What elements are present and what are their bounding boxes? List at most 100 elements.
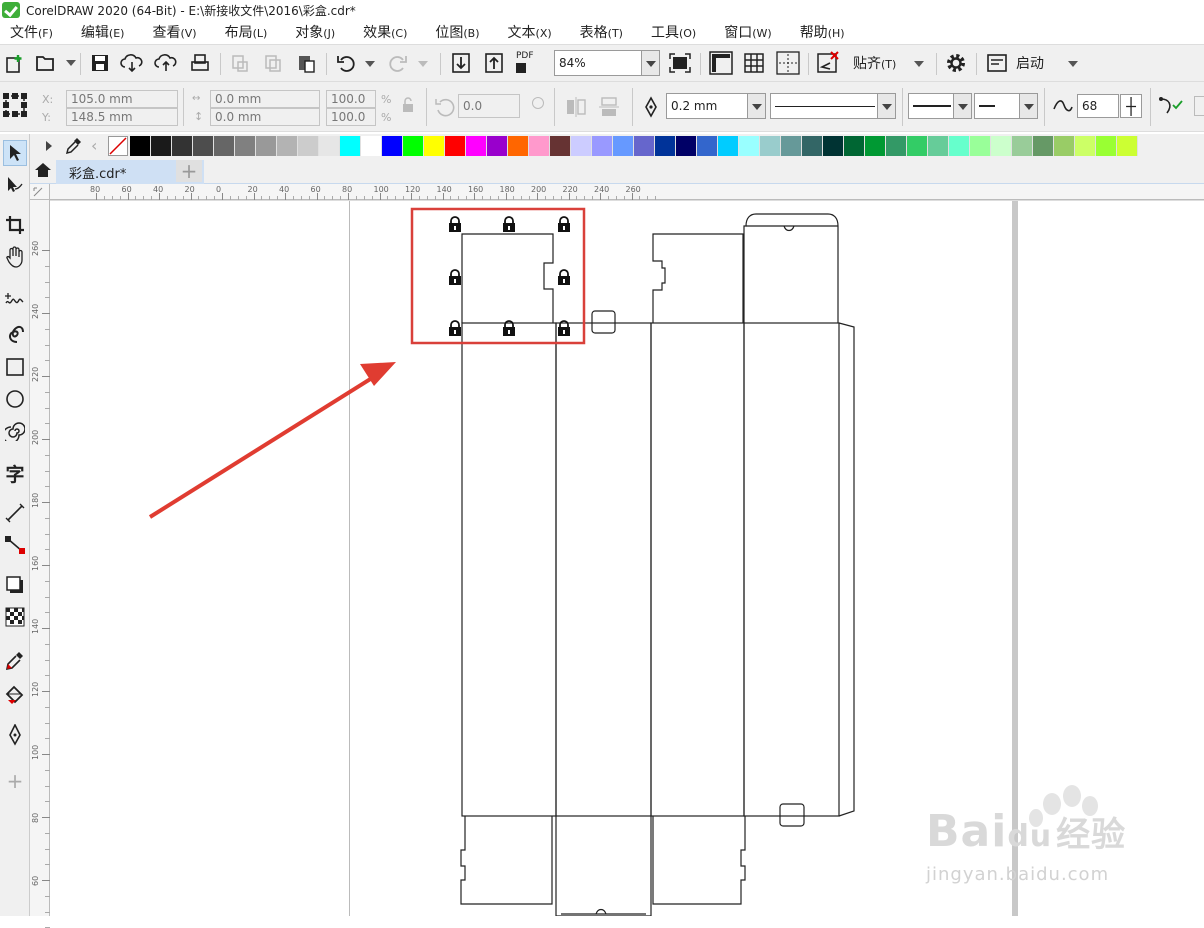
rectangle-tool-icon[interactable] — [3, 354, 27, 380]
import-icon[interactable] — [448, 50, 474, 76]
smoothing-field[interactable]: 68 — [1077, 94, 1119, 118]
menu-item-9[interactable]: 工具(O) — [651, 22, 696, 42]
color-swatch[interactable] — [802, 136, 823, 156]
rotation-field[interactable]: 0.0 — [458, 94, 520, 118]
color-swatch[interactable] — [1054, 136, 1075, 156]
x-position-field[interactable]: 105.0 mm — [66, 90, 178, 108]
color-swatch[interactable] — [487, 136, 508, 156]
page-selection-icon[interactable] — [2, 92, 28, 118]
menu-item-0[interactable]: 文件(F) — [10, 22, 53, 42]
line-style-combo[interactable] — [770, 93, 896, 119]
horizontal-ruler[interactable]: 80 60 40 20 0 20 40 60 80 100 120 140 160 180 200 220 24… — [50, 184, 1204, 200]
color-swatch[interactable] — [445, 136, 466, 156]
publish-pdf-button[interactable]: PDF — [516, 51, 534, 73]
overflow-icon[interactable] — [1194, 96, 1204, 116]
color-swatch[interactable] — [991, 136, 1012, 156]
color-swatch[interactable] — [1096, 136, 1117, 156]
start-arrowhead-dropdown-icon[interactable] — [953, 94, 971, 118]
save-icon[interactable] — [87, 50, 113, 76]
color-swatch[interactable] — [718, 136, 739, 156]
redo-dropdown-icon[interactable] — [418, 61, 428, 67]
eyedropper-icon[interactable] — [65, 137, 82, 159]
outline-pen-icon[interactable] — [642, 96, 660, 122]
launch-button[interactable]: 启动 — [1016, 53, 1044, 73]
auto-close-curve-icon[interactable] — [1158, 95, 1184, 121]
menu-item-8[interactable]: 表格(T) — [580, 22, 623, 42]
copy-icon[interactable] — [260, 50, 286, 76]
ellipse-tool-icon[interactable] — [3, 386, 27, 412]
vertical-ruler[interactable]: 260 240 220 200 180 160 140 120 100 80 60 — [30, 200, 50, 928]
color-swatch[interactable] — [340, 136, 361, 156]
color-swatch[interactable] — [172, 136, 193, 156]
scale-x-field[interactable]: 100.0 — [326, 90, 376, 108]
open-folder-icon[interactable] — [33, 50, 59, 76]
color-swatch[interactable] — [865, 136, 886, 156]
y-position-field[interactable]: 148.5 mm — [66, 108, 178, 126]
color-swatch[interactable] — [1117, 136, 1138, 156]
smoothing-slider-button[interactable]: ┼ — [1120, 94, 1142, 118]
color-swatch[interactable] — [235, 136, 256, 156]
snap-dropdown-icon[interactable] — [914, 61, 924, 67]
color-swatch[interactable] — [634, 136, 655, 156]
color-swatch[interactable] — [193, 136, 214, 156]
dimension-tool-icon[interactable] — [3, 500, 27, 526]
launch-dropdown-icon[interactable] — [1068, 61, 1078, 67]
zoom-level-combo[interactable]: 84% — [554, 50, 660, 76]
smart-fill-tool-icon[interactable] — [3, 722, 27, 748]
color-swatch[interactable] — [823, 136, 844, 156]
color-swatch[interactable] — [1012, 136, 1033, 156]
mirror-vertical-icon[interactable] — [598, 96, 620, 122]
color-swatch[interactable] — [508, 136, 529, 156]
new-document-icon[interactable] — [2, 50, 28, 76]
line-style-dropdown-icon[interactable] — [877, 94, 895, 118]
open-dropdown-icon[interactable] — [66, 60, 76, 66]
gear-icon[interactable] — [943, 50, 969, 76]
color-swatch[interactable] — [424, 136, 445, 156]
menu-item-6[interactable]: 位图(B) — [435, 22, 479, 42]
menu-item-4[interactable]: 对象(J) — [295, 22, 335, 42]
export-icon[interactable] — [481, 50, 507, 76]
menu-item-2[interactable]: 查看(V) — [152, 22, 196, 42]
redo-icon[interactable] — [385, 50, 411, 76]
color-swatch[interactable] — [970, 136, 991, 156]
mirror-horizontal-icon[interactable] — [565, 96, 587, 122]
text-tool-icon[interactable]: 字 — [3, 460, 27, 486]
end-arrowhead-combo[interactable] — [974, 93, 1038, 119]
zoom-dropdown-icon[interactable] — [641, 51, 659, 75]
color-swatch[interactable] — [361, 136, 382, 156]
show-guidelines-icon[interactable] — [775, 50, 801, 76]
lock-ratio-icon[interactable] — [402, 97, 414, 113]
shape-tool-icon[interactable] — [3, 172, 27, 198]
connector-tool-icon[interactable] — [3, 532, 27, 558]
add-tool-icon[interactable]: + — [3, 768, 27, 794]
add-tab-button[interactable]: + — [176, 159, 202, 183]
no-color-swatch[interactable] — [108, 136, 128, 156]
scale-y-field[interactable]: 100.0 — [326, 108, 376, 126]
snap-off-icon[interactable] — [815, 50, 841, 76]
color-swatch[interactable] — [844, 136, 865, 156]
cloud-upload-icon[interactable] — [153, 50, 179, 76]
color-swatch[interactable] — [319, 136, 340, 156]
color-swatch[interactable] — [1075, 136, 1096, 156]
height-field[interactable]: 0.0 mm — [210, 108, 320, 126]
drawing-canvas[interactable]: Baidu 经验 jingyan.baidu.com — [50, 200, 1204, 916]
color-swatch[interactable] — [1033, 136, 1054, 156]
print-icon[interactable] — [187, 50, 213, 76]
spiral-tool-icon[interactable] — [3, 418, 27, 444]
freehand-tool-icon[interactable] — [3, 286, 27, 312]
color-swatch[interactable] — [592, 136, 613, 156]
color-swatch[interactable] — [571, 136, 592, 156]
color-swatch[interactable] — [403, 136, 424, 156]
menu-item-3[interactable]: 布局(L) — [225, 22, 268, 42]
palette-menu-icon[interactable] — [46, 141, 52, 151]
color-swatch[interactable] — [256, 136, 277, 156]
eyedropper-tool-icon[interactable] — [3, 648, 27, 674]
color-swatch[interactable] — [907, 136, 928, 156]
color-swatch[interactable] — [676, 136, 697, 156]
undo-icon[interactable] — [333, 50, 359, 76]
color-swatch[interactable] — [655, 136, 676, 156]
color-swatch[interactable] — [613, 136, 634, 156]
menu-item-5[interactable]: 效果(C) — [363, 22, 407, 42]
transparency-tool-icon[interactable] — [3, 604, 27, 630]
pan-hand-icon[interactable] — [3, 244, 27, 270]
